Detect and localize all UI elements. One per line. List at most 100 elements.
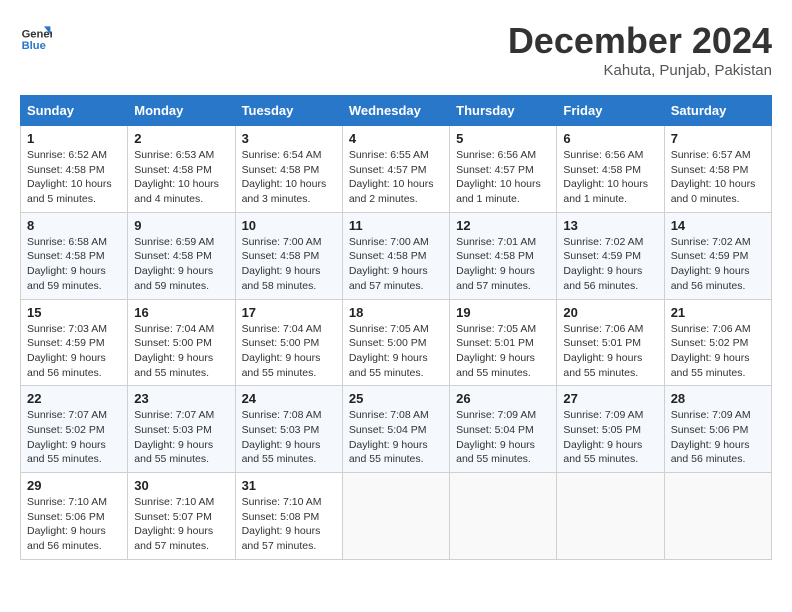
- day-number: 23: [134, 391, 228, 406]
- calendar-day-cell: 21 Sunrise: 7:06 AM Sunset: 5:02 PM Dayl…: [664, 299, 771, 386]
- weekday-header: Monday: [128, 96, 235, 126]
- day-number: 20: [563, 305, 657, 320]
- calendar-day-cell: 7 Sunrise: 6:57 AM Sunset: 4:58 PM Dayli…: [664, 126, 771, 213]
- day-number: 31: [242, 478, 336, 493]
- calendar-day-cell: 10 Sunrise: 7:00 AM Sunset: 4:58 PM Dayl…: [235, 212, 342, 299]
- day-number: 14: [671, 218, 765, 233]
- day-info: Sunrise: 6:55 AM Sunset: 4:57 PM Dayligh…: [349, 148, 443, 207]
- month-title: December 2024: [508, 20, 772, 62]
- day-info: Sunrise: 7:08 AM Sunset: 5:03 PM Dayligh…: [242, 408, 336, 467]
- calendar-day-cell: 19 Sunrise: 7:05 AM Sunset: 5:01 PM Dayl…: [450, 299, 557, 386]
- weekday-header: Thursday: [450, 96, 557, 126]
- calendar-day-cell: 1 Sunrise: 6:52 AM Sunset: 4:58 PM Dayli…: [21, 126, 128, 213]
- calendar-day-cell: 4 Sunrise: 6:55 AM Sunset: 4:57 PM Dayli…: [342, 126, 449, 213]
- day-number: 24: [242, 391, 336, 406]
- logo-icon: General Blue: [20, 20, 52, 52]
- day-info: Sunrise: 7:02 AM Sunset: 4:59 PM Dayligh…: [563, 235, 657, 294]
- day-number: 13: [563, 218, 657, 233]
- day-number: 16: [134, 305, 228, 320]
- day-number: 18: [349, 305, 443, 320]
- day-number: 26: [456, 391, 550, 406]
- day-info: Sunrise: 7:05 AM Sunset: 5:01 PM Dayligh…: [456, 322, 550, 381]
- day-info: Sunrise: 7:00 AM Sunset: 4:58 PM Dayligh…: [349, 235, 443, 294]
- weekday-header: Wednesday: [342, 96, 449, 126]
- calendar-week-row: 22 Sunrise: 7:07 AM Sunset: 5:02 PM Dayl…: [21, 386, 772, 473]
- day-info: Sunrise: 7:07 AM Sunset: 5:02 PM Dayligh…: [27, 408, 121, 467]
- calendar-week-row: 29 Sunrise: 7:10 AM Sunset: 5:06 PM Dayl…: [21, 473, 772, 560]
- day-info: Sunrise: 6:56 AM Sunset: 4:58 PM Dayligh…: [563, 148, 657, 207]
- weekday-header: Saturday: [664, 96, 771, 126]
- calendar-day-cell: 25 Sunrise: 7:08 AM Sunset: 5:04 PM Dayl…: [342, 386, 449, 473]
- day-info: Sunrise: 7:03 AM Sunset: 4:59 PM Dayligh…: [27, 322, 121, 381]
- calendar-day-cell: 14 Sunrise: 7:02 AM Sunset: 4:59 PM Dayl…: [664, 212, 771, 299]
- day-info: Sunrise: 6:58 AM Sunset: 4:58 PM Dayligh…: [27, 235, 121, 294]
- day-number: 27: [563, 391, 657, 406]
- day-info: Sunrise: 6:53 AM Sunset: 4:58 PM Dayligh…: [134, 148, 228, 207]
- day-number: 2: [134, 131, 228, 146]
- calendar-day-cell: 23 Sunrise: 7:07 AM Sunset: 5:03 PM Dayl…: [128, 386, 235, 473]
- day-number: 15: [27, 305, 121, 320]
- calendar-day-cell: 15 Sunrise: 7:03 AM Sunset: 4:59 PM Dayl…: [21, 299, 128, 386]
- calendar-week-row: 8 Sunrise: 6:58 AM Sunset: 4:58 PM Dayli…: [21, 212, 772, 299]
- day-info: Sunrise: 7:07 AM Sunset: 5:03 PM Dayligh…: [134, 408, 228, 467]
- calendar-day-cell: 3 Sunrise: 6:54 AM Sunset: 4:58 PM Dayli…: [235, 126, 342, 213]
- day-info: Sunrise: 6:54 AM Sunset: 4:58 PM Dayligh…: [242, 148, 336, 207]
- calendar-day-cell: 2 Sunrise: 6:53 AM Sunset: 4:58 PM Dayli…: [128, 126, 235, 213]
- calendar-day-cell: [664, 473, 771, 560]
- day-number: 4: [349, 131, 443, 146]
- day-number: 29: [27, 478, 121, 493]
- day-info: Sunrise: 7:10 AM Sunset: 5:08 PM Dayligh…: [242, 495, 336, 554]
- calendar-day-cell: 17 Sunrise: 7:04 AM Sunset: 5:00 PM Dayl…: [235, 299, 342, 386]
- day-number: 28: [671, 391, 765, 406]
- day-info: Sunrise: 7:05 AM Sunset: 5:00 PM Dayligh…: [349, 322, 443, 381]
- day-number: 5: [456, 131, 550, 146]
- calendar-day-cell: 30 Sunrise: 7:10 AM Sunset: 5:07 PM Dayl…: [128, 473, 235, 560]
- day-number: 22: [27, 391, 121, 406]
- day-number: 19: [456, 305, 550, 320]
- calendar-day-cell: [342, 473, 449, 560]
- weekday-header: Friday: [557, 96, 664, 126]
- day-number: 17: [242, 305, 336, 320]
- day-info: Sunrise: 7:04 AM Sunset: 5:00 PM Dayligh…: [242, 322, 336, 381]
- day-info: Sunrise: 7:06 AM Sunset: 5:02 PM Dayligh…: [671, 322, 765, 381]
- weekday-header-row: SundayMondayTuesdayWednesdayThursdayFrid…: [21, 96, 772, 126]
- day-info: Sunrise: 7:09 AM Sunset: 5:05 PM Dayligh…: [563, 408, 657, 467]
- calendar-day-cell: 31 Sunrise: 7:10 AM Sunset: 5:08 PM Dayl…: [235, 473, 342, 560]
- location-subtitle: Kahuta, Punjab, Pakistan: [508, 62, 772, 79]
- day-info: Sunrise: 6:56 AM Sunset: 4:57 PM Dayligh…: [456, 148, 550, 207]
- calendar-day-cell: 8 Sunrise: 6:58 AM Sunset: 4:58 PM Dayli…: [21, 212, 128, 299]
- day-info: Sunrise: 7:00 AM Sunset: 4:58 PM Dayligh…: [242, 235, 336, 294]
- calendar-day-cell: 12 Sunrise: 7:01 AM Sunset: 4:58 PM Dayl…: [450, 212, 557, 299]
- calendar-day-cell: 27 Sunrise: 7:09 AM Sunset: 5:05 PM Dayl…: [557, 386, 664, 473]
- day-info: Sunrise: 7:01 AM Sunset: 4:58 PM Dayligh…: [456, 235, 550, 294]
- day-info: Sunrise: 7:06 AM Sunset: 5:01 PM Dayligh…: [563, 322, 657, 381]
- day-info: Sunrise: 7:10 AM Sunset: 5:06 PM Dayligh…: [27, 495, 121, 554]
- day-number: 1: [27, 131, 121, 146]
- day-number: 3: [242, 131, 336, 146]
- day-info: Sunrise: 7:10 AM Sunset: 5:07 PM Dayligh…: [134, 495, 228, 554]
- day-number: 10: [242, 218, 336, 233]
- calendar-table: SundayMondayTuesdayWednesdayThursdayFrid…: [20, 95, 772, 560]
- day-number: 6: [563, 131, 657, 146]
- logo: General Blue: [20, 20, 54, 52]
- day-number: 9: [134, 218, 228, 233]
- calendar-day-cell: 16 Sunrise: 7:04 AM Sunset: 5:00 PM Dayl…: [128, 299, 235, 386]
- calendar-day-cell: [450, 473, 557, 560]
- svg-text:Blue: Blue: [22, 40, 46, 52]
- day-info: Sunrise: 7:09 AM Sunset: 5:04 PM Dayligh…: [456, 408, 550, 467]
- calendar-day-cell: 18 Sunrise: 7:05 AM Sunset: 5:00 PM Dayl…: [342, 299, 449, 386]
- calendar-day-cell: 11 Sunrise: 7:00 AM Sunset: 4:58 PM Dayl…: [342, 212, 449, 299]
- day-info: Sunrise: 7:04 AM Sunset: 5:00 PM Dayligh…: [134, 322, 228, 381]
- calendar-day-cell: 24 Sunrise: 7:08 AM Sunset: 5:03 PM Dayl…: [235, 386, 342, 473]
- calendar-day-cell: 26 Sunrise: 7:09 AM Sunset: 5:04 PM Dayl…: [450, 386, 557, 473]
- day-info: Sunrise: 6:59 AM Sunset: 4:58 PM Dayligh…: [134, 235, 228, 294]
- calendar-day-cell: 22 Sunrise: 7:07 AM Sunset: 5:02 PM Dayl…: [21, 386, 128, 473]
- calendar-day-cell: 9 Sunrise: 6:59 AM Sunset: 4:58 PM Dayli…: [128, 212, 235, 299]
- day-info: Sunrise: 7:08 AM Sunset: 5:04 PM Dayligh…: [349, 408, 443, 467]
- calendar-day-cell: 5 Sunrise: 6:56 AM Sunset: 4:57 PM Dayli…: [450, 126, 557, 213]
- weekday-header: Sunday: [21, 96, 128, 126]
- day-number: 11: [349, 218, 443, 233]
- page-header: General Blue December 2024 Kahuta, Punja…: [20, 20, 772, 79]
- title-block: December 2024 Kahuta, Punjab, Pakistan: [508, 20, 772, 79]
- calendar-day-cell: 6 Sunrise: 6:56 AM Sunset: 4:58 PM Dayli…: [557, 126, 664, 213]
